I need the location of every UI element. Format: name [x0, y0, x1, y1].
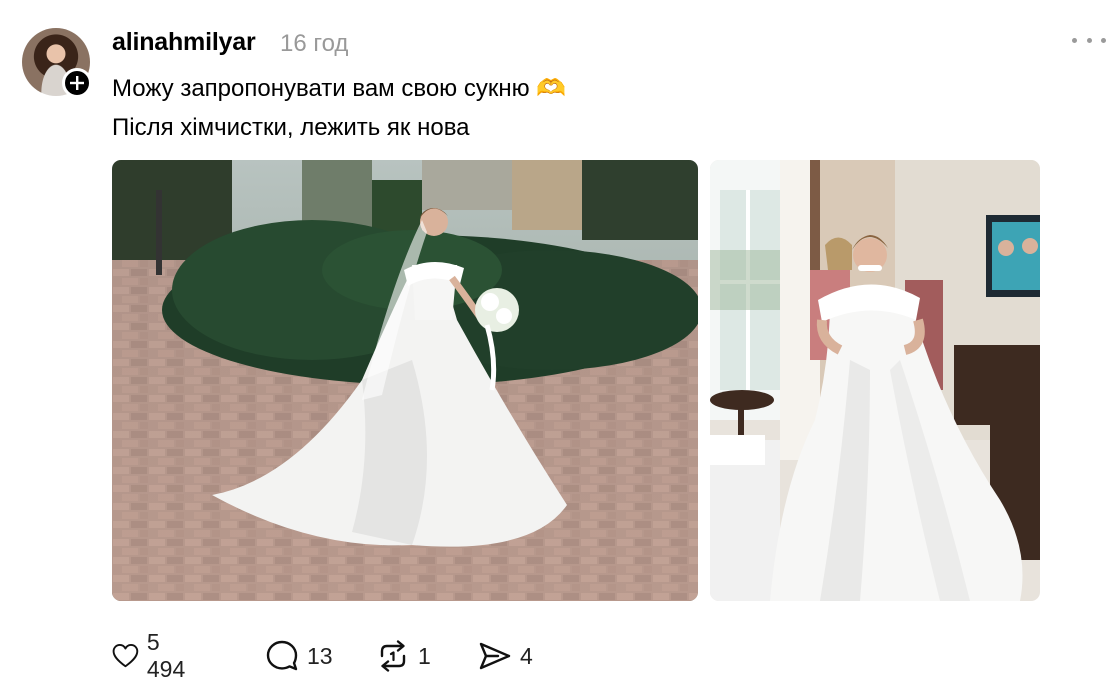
post-image-2[interactable] — [710, 160, 1040, 601]
repost-count: 1 — [418, 642, 431, 669]
more-dots-icon — [1072, 37, 1077, 43]
share-button[interactable]: 4 — [478, 638, 533, 674]
share-count: 4 — [520, 642, 533, 669]
send-icon — [479, 642, 511, 670]
comment-icon — [266, 640, 298, 671]
repost-button[interactable]: 1 — [376, 638, 431, 674]
post-text-line-2: Після хімчистки, лежить як нова — [112, 114, 470, 141]
heart-icon — [112, 643, 139, 668]
post-image-1[interactable] — [112, 160, 698, 601]
reply-button[interactable]: 13 — [265, 638, 333, 674]
more-options-button[interactable] — [1072, 30, 1106, 50]
post-time[interactable]: 16 год — [280, 30, 348, 58]
post-text-line-1: Можу запропонувати вам свою сукню 🫶 — [112, 75, 567, 102]
repost-icon — [380, 640, 406, 672]
like-count: 5 494 — [146, 629, 186, 682]
author-avatar-wrap[interactable] — [22, 28, 92, 98]
reply-count: 13 — [307, 642, 333, 669]
username[interactable]: alinahmilyar — [112, 28, 256, 57]
follow-button[interactable] — [62, 68, 92, 98]
photo-bride-indoor — [710, 160, 1040, 601]
like-button[interactable]: 5 494 — [112, 629, 192, 682]
plus-icon — [70, 76, 84, 90]
photo-bride-outdoor — [112, 160, 698, 601]
